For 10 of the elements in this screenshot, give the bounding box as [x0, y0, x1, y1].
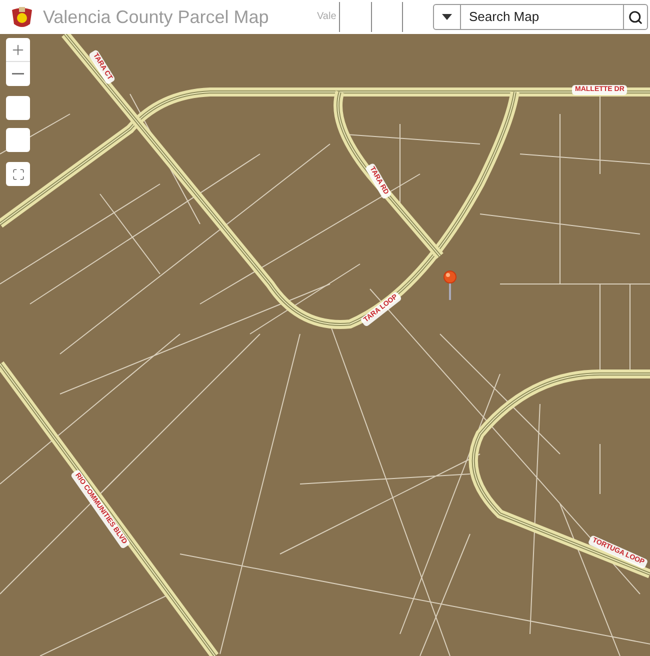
app-title: Valencia County Parcel Map: [43, 6, 269, 29]
search-icon: [628, 10, 643, 24]
crest-logo-icon: [9, 4, 35, 30]
fullscreen-button[interactable]: [6, 162, 30, 186]
search-input[interactable]: Search Map: [461, 5, 623, 29]
search-field[interactable]: Search Map: [433, 4, 648, 30]
caret-icon: [442, 14, 452, 20]
map-pin-icon: [443, 270, 457, 302]
fullscreen-icon: [12, 168, 24, 180]
minus-icon: [12, 73, 24, 75]
